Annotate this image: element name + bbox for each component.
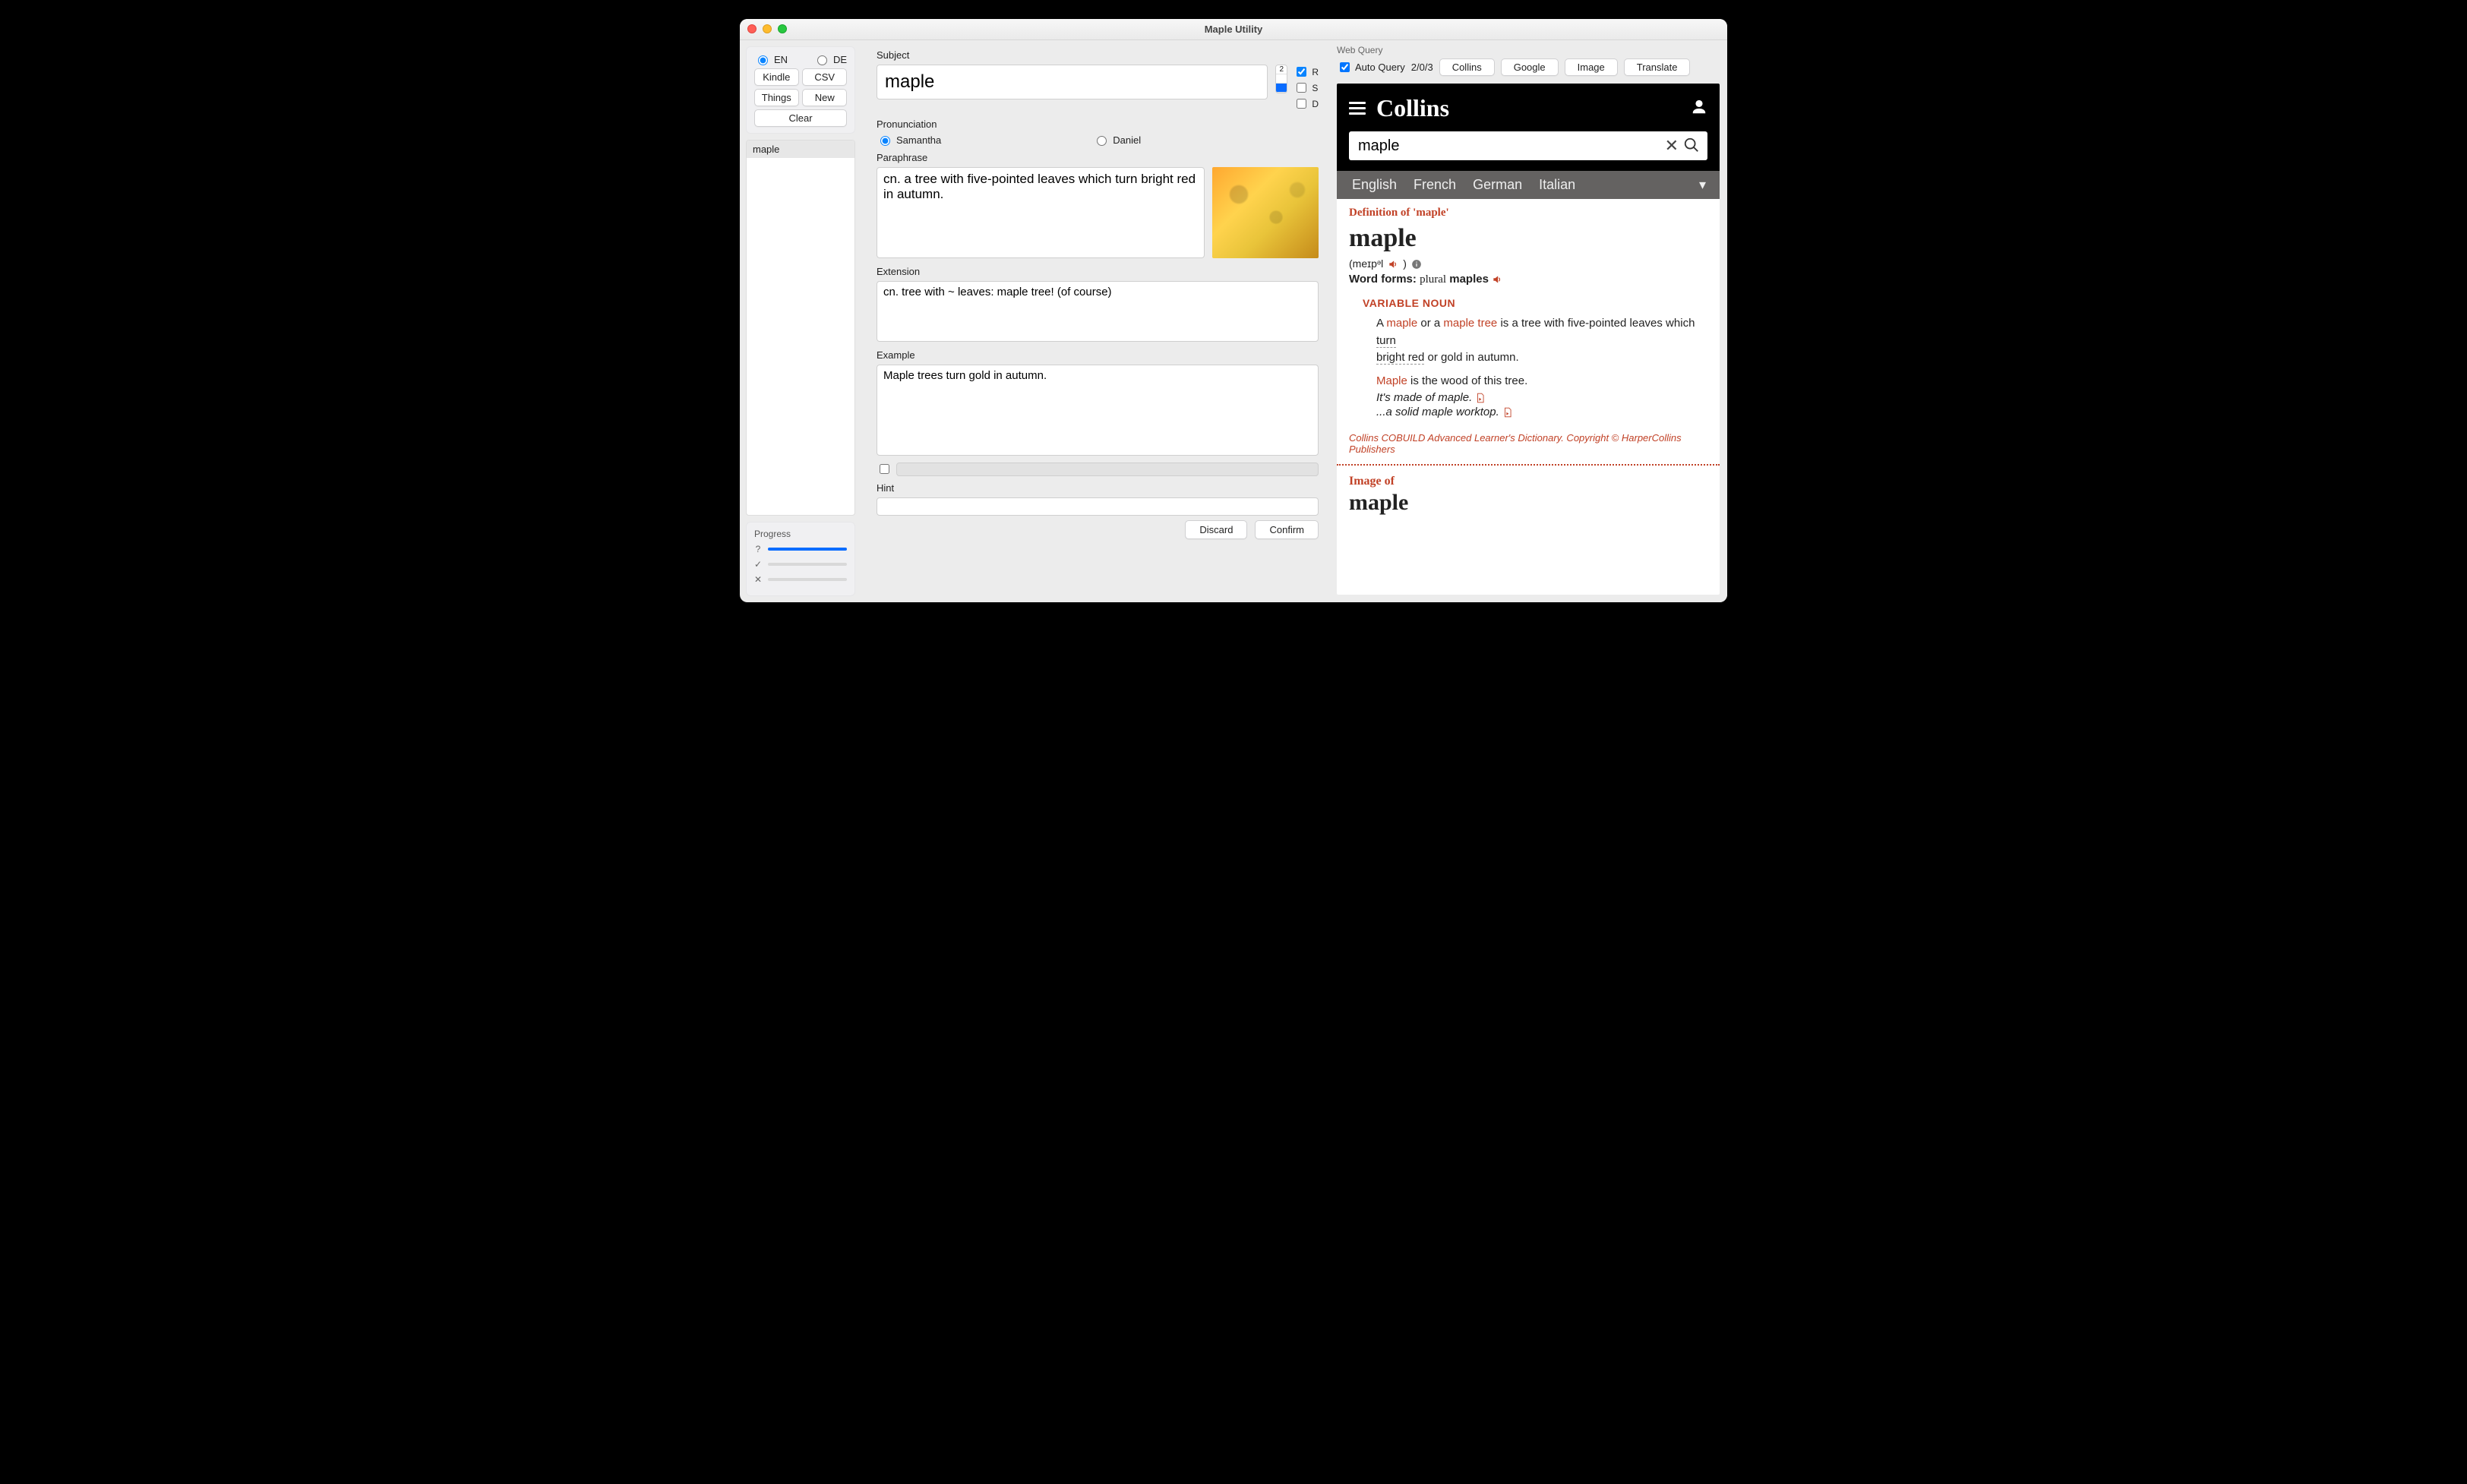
search-icon[interactable] (1683, 137, 1700, 156)
extra-toggle-checkbox[interactable] (880, 464, 889, 474)
audio-icon[interactable] (1492, 273, 1502, 286)
progress-row-unknown: ? (754, 544, 847, 554)
word-list[interactable]: maple (746, 140, 855, 516)
kindle-button[interactable]: Kindle (754, 68, 799, 86)
lang-english[interactable]: English (1352, 177, 1397, 193)
collins-frame: Collins ✕ English (1337, 84, 1720, 595)
sidebar: EN DE Kindle CSV Things New Clear (740, 40, 861, 602)
collins-language-bar[interactable]: English French German Italian ▾ (1337, 171, 1720, 199)
tab-google-button[interactable]: Google (1501, 58, 1559, 76)
example-audio-icon[interactable] (1475, 391, 1486, 404)
clear-button[interactable]: Clear (754, 109, 847, 127)
lang-more-icon[interactable]: ▾ (1699, 177, 1706, 193)
paraphrase-input[interactable]: cn. a tree with five-pointed leaves whic… (877, 167, 1205, 258)
subject-label: Subject (877, 49, 1319, 61)
progress-panel: Progress ? ✓ ✕ (746, 522, 855, 596)
window-title: Maple Utility (1205, 24, 1263, 35)
things-button[interactable]: Things (754, 89, 799, 106)
collins-image-word: maple (1349, 490, 1707, 516)
window-close-button[interactable] (747, 24, 757, 33)
progress-row-wrong: ✕ (754, 574, 847, 585)
level-segment[interactable]: 2 (1275, 65, 1287, 93)
example-audio-icon[interactable] (1502, 406, 1513, 418)
tab-translate-button[interactable]: Translate (1624, 58, 1691, 76)
example-input[interactable]: Maple trees turn gold in autumn. (877, 365, 1319, 456)
collins-pronunciation: (meɪpᵊl ) (1349, 257, 1707, 270)
extension-input[interactable]: cn. tree with ~ leaves: maple tree! (of … (877, 281, 1319, 342)
sidebar-controls-panel: EN DE Kindle CSV Things New Clear (746, 46, 855, 134)
pron-samantha-radio[interactable]: Samantha (877, 134, 941, 146)
window-minimize-button[interactable] (763, 24, 772, 33)
progress-label: Progress (754, 529, 847, 539)
progress-row-correct: ✓ (754, 559, 847, 570)
lang-italian[interactable]: Italian (1539, 177, 1575, 193)
new-button[interactable]: New (802, 89, 847, 106)
word-list-item[interactable]: maple (747, 141, 854, 158)
flag-s-checkbox[interactable]: S (1294, 81, 1319, 95)
flag-d-checkbox[interactable]: D (1294, 96, 1319, 111)
lang-german[interactable]: German (1473, 177, 1522, 193)
csv-button[interactable]: CSV (802, 68, 847, 86)
tab-image-button[interactable]: Image (1565, 58, 1618, 76)
tab-collins-button[interactable]: Collins (1439, 58, 1495, 76)
account-icon[interactable] (1691, 99, 1707, 118)
paraphrase-image (1212, 167, 1319, 258)
collins-definition-2: Maple is the wood of this tree. (1376, 373, 1707, 390)
level-cell-bottom[interactable] (1276, 84, 1287, 93)
app-window: Maple Utility EN DE Kindle CSV (740, 19, 1727, 602)
web-query-panel: Web Query Auto Query 2/0/3 Collins Googl… (1329, 40, 1727, 602)
extension-label: Extension (877, 266, 1319, 277)
collins-image-of-label: Image of (1349, 475, 1707, 488)
collins-example-2: ...a solid maple worktop. (1376, 406, 1707, 418)
confirm-button[interactable]: Confirm (1255, 520, 1319, 539)
collins-logo-text: Collins (1376, 94, 1449, 122)
extra-track[interactable] (896, 463, 1319, 476)
collins-word-forms: Word forms: plural maples (1349, 273, 1707, 286)
lang-french[interactable]: French (1414, 177, 1456, 193)
paraphrase-label: Paraphrase (877, 152, 1319, 163)
auto-query-checkbox[interactable]: Auto Query (1337, 60, 1405, 74)
subject-input[interactable] (877, 65, 1268, 99)
collins-definition-1: A maple or a maple tree is a tree with f… (1376, 315, 1707, 367)
lang-en-radio[interactable]: EN (754, 53, 788, 65)
hint-label: Hint (877, 482, 1319, 494)
audio-icon[interactable] (1388, 257, 1398, 270)
collins-search-bar[interactable]: ✕ (1349, 131, 1707, 160)
section-divider (1337, 464, 1720, 466)
main-form: Subject 2 R S D (861, 40, 1329, 602)
pron-label: Pronunciation (877, 118, 1319, 130)
collins-copyright: Collins COBUILD Advanced Learner's Dicti… (1349, 432, 1707, 455)
lang-de-label: DE (833, 54, 847, 65)
level-cell-mid[interactable] (1276, 74, 1287, 84)
example-label: Example (877, 349, 1319, 361)
flag-r-checkbox[interactable]: R (1294, 65, 1319, 79)
lang-de-radio[interactable]: DE (813, 53, 847, 65)
collins-search-input[interactable] (1357, 137, 1660, 156)
info-icon[interactable] (1411, 257, 1422, 270)
pron-daniel-radio[interactable]: Daniel (1093, 134, 1141, 146)
web-query-counter: 2/0/3 (1411, 62, 1433, 73)
hint-input[interactable] (877, 497, 1319, 516)
web-query-title: Web Query (1337, 45, 1720, 55)
lang-en-label: EN (774, 54, 788, 65)
titlebar: Maple Utility (740, 19, 1727, 40)
collins-definition-heading: Definition of 'maple' (1349, 207, 1707, 219)
discard-button[interactable]: Discard (1185, 520, 1247, 539)
level-cell-top[interactable]: 2 (1276, 65, 1287, 74)
collins-headword: maple (1349, 224, 1707, 253)
collins-example-1: It's made of maple. (1376, 391, 1707, 404)
window-zoom-button[interactable] (778, 24, 787, 33)
hamburger-icon[interactable] (1349, 99, 1366, 118)
clear-search-icon[interactable]: ✕ (1660, 136, 1683, 156)
collins-pos: VARIABLE NOUN (1363, 297, 1707, 309)
